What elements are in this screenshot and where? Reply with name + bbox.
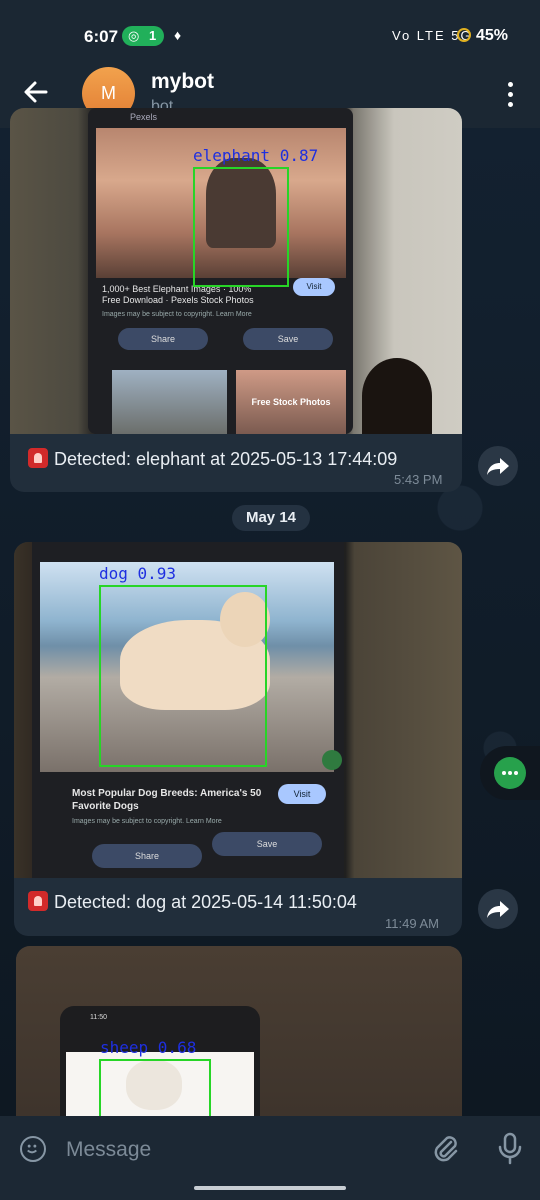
detection-box: [99, 585, 267, 767]
message-bubble[interactable]: 11:50 sheep 0.68: [16, 946, 462, 1116]
gesture-bar: [194, 1186, 346, 1190]
hotspot-icon: ◎: [128, 28, 140, 43]
phone-copyright-notice: Images may be subject to copyright. Lear…: [102, 311, 252, 318]
forward-icon: [487, 901, 509, 918]
chat-title[interactable]: mybot: [151, 70, 214, 94]
side-floating-button[interactable]: [480, 746, 540, 800]
detection-photo[interactable]: Most Popular Dog Breeds: America's 50 Fa…: [14, 542, 462, 878]
detection-label: elephant 0.87: [193, 146, 319, 165]
message-caption: Detected: elephant at 2025-05-13 17:44:0…: [28, 448, 397, 470]
message-input[interactable]: [64, 1134, 408, 1166]
message-caption: Detected: dog at 2025-05-14 11:50:04: [28, 891, 357, 913]
snapchat-icon: ♦: [174, 27, 182, 43]
hotspot-indicator: ◎ 1: [122, 26, 164, 46]
forward-button[interactable]: [478, 446, 518, 486]
forward-button[interactable]: [478, 889, 518, 929]
phone-share-button: Share: [92, 844, 202, 868]
phone-status-time: 11:50: [90, 1014, 107, 1021]
microphone-icon[interactable]: [496, 1132, 524, 1166]
siren-icon: [28, 891, 48, 911]
caption-text: Detected: dog at 2025-05-14 11:50:04: [54, 892, 357, 912]
more-horizontal-icon[interactable]: [494, 757, 526, 789]
background-person: [362, 358, 432, 434]
detection-box: [193, 167, 289, 287]
caption-text: Detected: elephant at 2025-05-13 17:44:0…: [54, 449, 398, 469]
phone-dots-badge: [322, 750, 342, 770]
phone-visit-button: Visit: [278, 784, 326, 804]
hotspot-count: 1: [149, 28, 157, 43]
detection-label: sheep 0.68: [100, 1038, 197, 1057]
phone-visit-button: Visit: [293, 278, 335, 296]
forward-icon: [487, 458, 509, 475]
siren-icon: [28, 448, 48, 468]
detection-label: dog 0.93: [99, 564, 177, 583]
detection-box: [99, 1059, 211, 1116]
message-composer: [0, 1116, 540, 1200]
detection-photo[interactable]: 11:50 sheep 0.68: [16, 946, 462, 1116]
more-vertical-icon[interactable]: [502, 82, 518, 108]
phone-save-button: Save: [212, 832, 322, 856]
detection-photo[interactable]: Pexels 1,000+ Best Elephant Images · 100…: [10, 108, 462, 434]
message-bubble[interactable]: Most Popular Dog Breeds: America's 50 Fa…: [14, 542, 462, 936]
phone-thumbnail-caption: Free Stock Photos: [236, 370, 346, 434]
phone-save-button: Save: [243, 328, 333, 350]
phone-copyright-notice: Images may be subject to copyright. Lear…: [72, 818, 222, 825]
paperclip-icon[interactable]: [432, 1134, 460, 1164]
emoji-icon[interactable]: [20, 1136, 46, 1162]
message-time: 11:49 AM: [385, 916, 439, 931]
message-time: 5:43 PM: [394, 472, 443, 487]
date-separator: May 14: [232, 505, 310, 531]
arrow-left-icon[interactable]: [22, 78, 50, 106]
battery-icon: [457, 28, 471, 42]
battery-level: 45%: [476, 27, 509, 44]
pexels-source-label: Pexels: [130, 112, 158, 122]
message-bubble[interactable]: Pexels 1,000+ Best Elephant Images · 100…: [10, 108, 462, 492]
phone-thumbnail-elephant: [112, 370, 227, 434]
phone-card-title: 1,000+ Best Elephant Images · 100% Free …: [102, 284, 254, 305]
phone-share-button: Share: [118, 328, 208, 350]
status-time: 6:07: [84, 27, 119, 46]
phone-card-title: Most Popular Dog Breeds: America's 50 Fa…: [72, 788, 262, 812]
